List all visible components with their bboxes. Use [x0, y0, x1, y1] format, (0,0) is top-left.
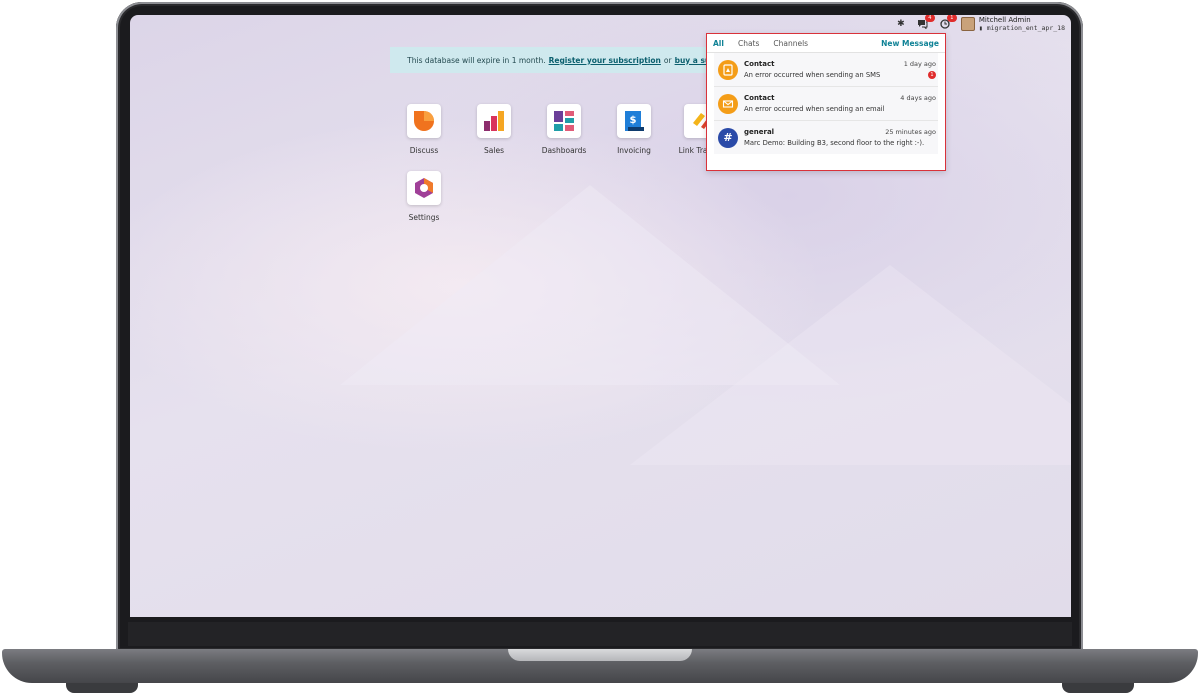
svg-text:$: $: [630, 115, 637, 126]
app-label: Sales: [484, 146, 504, 155]
email-error-icon: [718, 93, 738, 114]
message-title: general: [744, 128, 775, 136]
app-label: Dashboards: [541, 146, 587, 155]
app-dashboards[interactable]: Dashboards: [534, 104, 594, 155]
invoicing-icon: $: [625, 111, 644, 131]
message-preview: An error occurred when sending an email: [744, 105, 885, 113]
messaging-menu-icon[interactable]: 4: [917, 15, 935, 30]
avatar: [960, 17, 975, 31]
channel-hash-icon: #: [718, 127, 738, 148]
banner-or: or: [663, 55, 672, 65]
message-item-general-channel[interactable]: # general 25 minutes ago Marc Demo: Buil…: [714, 121, 938, 154]
app-label: Invoicing: [617, 146, 651, 155]
settings-icon: [415, 178, 433, 198]
tab-all[interactable]: All: [713, 39, 724, 48]
unread-counter: 1: [928, 71, 936, 79]
new-message-button[interactable]: New Message: [881, 39, 939, 48]
message-time: 25 minutes ago: [885, 128, 936, 136]
laptop-foot-left: [66, 683, 138, 693]
message-item-sms-error[interactable]: Contact 1 day ago An error occurred when…: [714, 53, 938, 87]
app-tile[interactable]: [477, 104, 511, 138]
user-menu[interactable]: Mitchell Admin ▮ migration_ent_apr_18: [960, 16, 1065, 32]
app-tile[interactable]: [407, 171, 441, 205]
laptop-notch: [508, 649, 692, 661]
messaging-dropdown: All Chats Channels New Message Contact 1…: [706, 33, 946, 171]
messaging-badge: 4: [924, 15, 935, 22]
app-invoicing[interactable]: $ Invoicing: [604, 104, 664, 155]
register-subscription-link[interactable]: Register your subscription: [549, 56, 661, 65]
user-name: Mitchell Admin: [978, 16, 1031, 24]
message-title: Contact: [744, 94, 775, 102]
background-shape: [630, 265, 1071, 465]
app-settings[interactable]: Settings: [394, 171, 454, 222]
banner-text: This database will expire in 1 month.: [407, 55, 546, 65]
dashboards-icon: [554, 111, 574, 131]
discuss-icon: [414, 111, 434, 131]
tab-channels[interactable]: Channels: [773, 39, 808, 48]
message-title: Contact: [744, 60, 775, 68]
app-tile[interactable]: [547, 104, 581, 138]
app-sales[interactable]: Sales: [464, 104, 524, 155]
app-label: Discuss: [409, 146, 439, 155]
database-name-text: migration_ent_apr_18: [986, 24, 1065, 32]
sales-icon: [484, 111, 504, 131]
message-time: 1 day ago: [903, 60, 936, 68]
app-tile[interactable]: $: [617, 104, 651, 138]
message-time: 4 days ago: [900, 94, 936, 102]
activity-clock-icon[interactable]: 1: [939, 15, 957, 30]
sms-error-icon: [718, 59, 738, 80]
app-tile[interactable]: [407, 104, 441, 138]
message-item-email-error[interactable]: Contact 4 days ago An error occurred whe…: [714, 87, 938, 121]
app-discuss[interactable]: Discuss: [394, 104, 454, 155]
message-preview: An error occurred when sending an SMS: [744, 71, 881, 79]
activity-badge: 1: [946, 15, 957, 22]
laptop-foot-right: [1062, 683, 1134, 693]
home-screen: ✱ 4 1 Mitchell Admin ▮ migration_ent_apr…: [130, 15, 1071, 617]
app-label: Settings: [408, 213, 440, 222]
messaging-tabs: All Chats Channels New Message: [707, 34, 945, 53]
database-name: ▮ migration_ent_apr_18: [978, 24, 1065, 32]
tab-chats[interactable]: Chats: [738, 39, 759, 48]
message-preview: Marc Demo: Building B3, second floor to …: [744, 139, 925, 147]
bug-icon[interactable]: ✱: [895, 18, 907, 30]
laptop-bezel-bottom: [128, 622, 1072, 646]
systray: ✱ 4 1 Mitchell Admin ▮ migration_ent_apr…: [895, 15, 1065, 33]
